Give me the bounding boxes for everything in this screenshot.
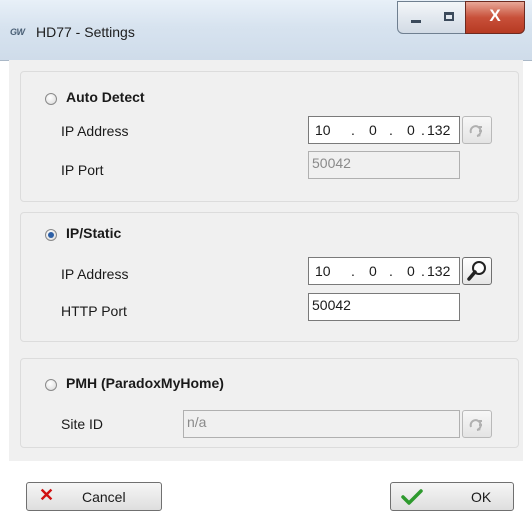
cancel-button[interactable]: ✕ Cancel: [26, 482, 162, 511]
search-ip-button[interactable]: [462, 257, 492, 285]
minimize-button[interactable]: [397, 1, 434, 34]
site-id-label: Site ID: [61, 416, 104, 432]
ip-octet: 0: [407, 122, 415, 138]
ip-static-group: IP/Static IP Address 10 . 0 . 0 . 132 HT…: [20, 212, 519, 342]
ip-octet: 0: [369, 122, 377, 138]
app-logo-icon: GW: [10, 27, 25, 37]
ip-octet: 132: [427, 263, 451, 279]
ip-dot: .: [421, 122, 425, 138]
minimize-icon: [411, 20, 421, 23]
pmh-label: PMH (ParadoxMyHome): [66, 375, 224, 391]
ip-octet: 10: [315, 263, 331, 279]
ip-dot: .: [421, 263, 425, 279]
ip-octet: 10: [315, 122, 331, 138]
maximize-icon: [444, 12, 454, 21]
auto-detect-label: Auto Detect: [66, 89, 145, 105]
close-button[interactable]: X: [465, 1, 525, 34]
ip-dot: .: [351, 122, 355, 138]
auto-detect-scan-button[interactable]: [462, 116, 492, 144]
auto-ip-address-label: IP Address: [61, 123, 129, 139]
http-port-label: HTTP Port: [61, 303, 127, 319]
ip-dot: .: [389, 122, 393, 138]
title-bar: GW HD77 - Settings X: [0, 0, 532, 61]
static-ip-address-label: IP Address: [61, 266, 129, 282]
ok-button-label: OK: [471, 489, 492, 505]
ip-octet: 0: [407, 263, 415, 279]
checkmark-icon: [401, 489, 423, 505]
ip-dot: .: [351, 263, 355, 279]
pmh-refresh-button[interactable]: [462, 410, 492, 438]
refresh-icon: [469, 125, 482, 137]
close-icon: X: [489, 6, 501, 25]
auto-ip-port-label: IP Port: [61, 162, 104, 178]
refresh-icon: [469, 419, 482, 431]
auto-ip-port-input[interactable]: 50042: [308, 151, 460, 179]
pmh-group: PMH (ParadoxMyHome) Site ID n/a: [20, 358, 519, 448]
ip-static-label: IP/Static: [66, 225, 122, 241]
ok-button[interactable]: OK: [390, 482, 514, 511]
window-title: HD77 - Settings: [36, 24, 135, 40]
pmh-radio[interactable]: [45, 379, 57, 391]
ip-octet: 132: [427, 122, 451, 138]
site-id-input[interactable]: n/a: [183, 410, 460, 438]
maximize-button[interactable]: [433, 1, 466, 34]
auto-detect-radio[interactable]: [45, 93, 57, 105]
ip-octet: 0: [369, 263, 377, 279]
static-ip-address-input[interactable]: 10 . 0 . 0 . 132: [308, 257, 460, 285]
ip-static-radio[interactable]: [45, 229, 57, 241]
auto-detect-group: Auto Detect IP Address 10 . 0 . 0 . 132 …: [20, 71, 519, 202]
http-port-input[interactable]: 50042: [308, 293, 460, 321]
cancel-icon: ✕: [39, 485, 55, 505]
cancel-button-label: Cancel: [82, 489, 126, 505]
ip-dot: .: [389, 263, 393, 279]
auto-ip-address-input[interactable]: 10 . 0 . 0 . 132: [308, 116, 460, 144]
magnifier-icon: [467, 261, 486, 281]
